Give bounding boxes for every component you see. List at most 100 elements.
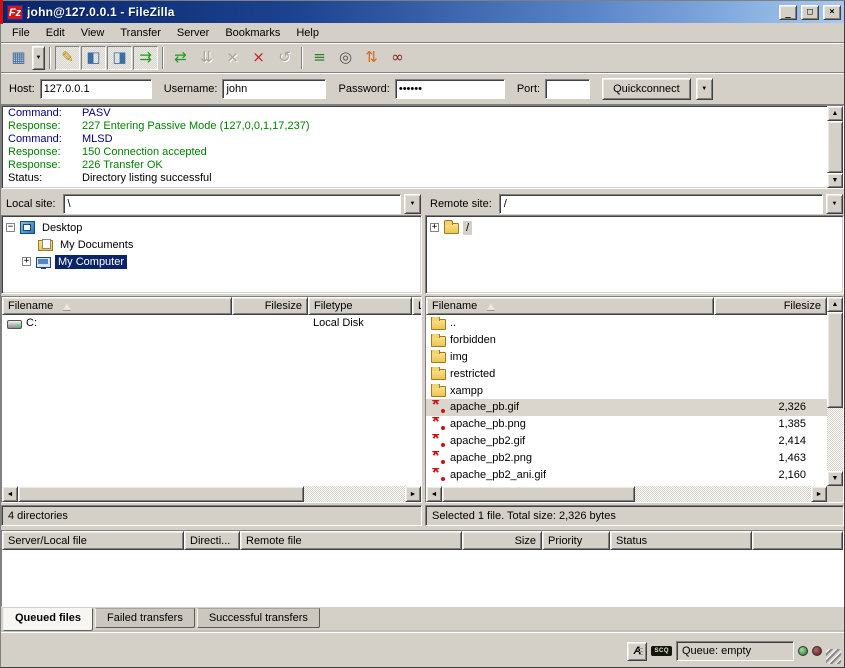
remote-file-row[interactable]: .. — [426, 315, 827, 332]
queue-column-status[interactable]: Status — [610, 531, 752, 550]
column-header-filename[interactable]: Filename — [426, 297, 714, 315]
queue-column-directi[interactable]: Directi... — [184, 531, 240, 550]
password-input[interactable] — [395, 79, 505, 99]
expand-icon[interactable] — [22, 257, 31, 266]
scroll-left-icon[interactable] — [2, 486, 18, 502]
remote-file-row[interactable]: img — [426, 349, 827, 366]
scroll-down-icon[interactable] — [827, 471, 843, 486]
remote-file-row[interactable]: apache_pb.gif2,326 — [426, 399, 827, 416]
log-line: Command:PASV — [8, 107, 825, 120]
remote-file-row[interactable]: apache_pb2_ani.gif2,160 — [426, 466, 827, 483]
drive-icon — [7, 320, 22, 329]
menu-file[interactable]: File — [4, 25, 38, 41]
menu-help[interactable]: Help — [288, 25, 327, 41]
tab-failed-transfers[interactable]: Failed transfers — [95, 608, 195, 628]
remote-file-row[interactable]: forbidden — [426, 332, 827, 349]
remote-file-row[interactable]: xampp — [426, 382, 827, 399]
cancel-operation-icon: × — [226, 50, 239, 65]
log-scrollbar[interactable] — [827, 106, 843, 188]
local-site-path[interactable]: \ — [63, 194, 401, 214]
column-header-filesize[interactable]: Filesize — [714, 297, 827, 315]
quickconnect-dropdown-button[interactable] — [696, 78, 713, 100]
column-header-l[interactable]: L — [412, 297, 421, 315]
scrollbar-thumb[interactable] — [18, 486, 304, 502]
port-input[interactable] — [545, 79, 590, 99]
host-label: Host: — [9, 83, 35, 95]
remote-horizontal-scrollbar[interactable] — [426, 486, 843, 502]
collapse-icon[interactable] — [6, 223, 15, 232]
log-line-text: PASV — [82, 107, 111, 120]
synchronized-browsing-button[interactable]: ⇅ — [359, 46, 384, 70]
queue-column-priority[interactable]: Priority — [542, 531, 610, 550]
log-line-label: Response: — [8, 159, 82, 172]
local-file-row[interactable]: C:Local Disk — [2, 315, 421, 332]
scroll-right-icon[interactable] — [811, 486, 827, 502]
expand-icon[interactable] — [430, 223, 439, 232]
toggle-message-log-button[interactable]: ✎ — [55, 46, 80, 70]
scrollbar-thumb[interactable] — [827, 121, 843, 173]
close-button[interactable]: × — [823, 5, 841, 20]
directory-listing-filters-button[interactable]: ≡ — [307, 46, 332, 70]
remote-site-dropdown[interactable] — [826, 194, 843, 214]
queue-column-remote-file[interactable]: Remote file — [240, 531, 462, 550]
remote-file-row[interactable]: apache_pb2.png1,463 — [426, 449, 827, 466]
disconnect-button[interactable]: × — [246, 46, 271, 70]
local-horizontal-scrollbar[interactable] — [2, 486, 421, 502]
scroll-right-icon[interactable] — [405, 486, 421, 502]
speed-limit-icon[interactable]: SCQ — [651, 646, 672, 656]
remote-file-row[interactable]: apache_pb.png1,385 — [426, 416, 827, 433]
minimize-button[interactable]: _ — [779, 5, 797, 20]
tree-item-my-documents[interactable]: My Documents — [6, 236, 419, 253]
column-header-filesize[interactable]: Filesize — [232, 297, 308, 315]
local-site-dropdown[interactable] — [404, 194, 421, 214]
scroll-down-icon[interactable] — [827, 173, 843, 188]
tree-item-[interactable]: / — [430, 219, 841, 236]
tree-item-my-computer[interactable]: My Computer — [6, 253, 419, 270]
scroll-up-icon[interactable] — [827, 297, 843, 312]
file-size-cell: 1,385 — [714, 418, 811, 430]
title-bar[interactable]: Fz john@127.0.0.1 - FileZilla _ □ × — [1, 1, 844, 23]
toggle-remote-tree-button[interactable]: ◨ — [107, 46, 132, 70]
username-input[interactable] — [222, 79, 326, 99]
menu-view[interactable]: View — [73, 25, 113, 41]
site-manager-button[interactable]: ▦ — [6, 46, 31, 70]
menu-server[interactable]: Server — [169, 25, 217, 41]
queue-column-server-local-file[interactable]: Server/Local file — [2, 531, 184, 550]
refresh-button[interactable]: ⇄ — [168, 46, 193, 70]
scrollbar-thumb[interactable] — [827, 312, 843, 408]
column-header-filename[interactable]: Filename — [2, 297, 232, 315]
site-manager-dropdown[interactable] — [32, 46, 45, 70]
remote-file-row[interactable]: apache_pb2.gif2,414 — [426, 433, 827, 450]
scroll-up-icon[interactable] — [827, 106, 843, 121]
column-header-filetype[interactable]: Filetype — [308, 297, 412, 315]
menu-bookmarks[interactable]: Bookmarks — [217, 25, 288, 41]
tab-queued-files[interactable]: Queued files — [3, 608, 93, 631]
maximize-button[interactable]: □ — [801, 5, 819, 20]
toggle-local-tree-button[interactable]: ◧ — [81, 46, 106, 70]
queue-column-size[interactable]: Size — [462, 531, 542, 550]
resize-grip[interactable] — [826, 649, 841, 664]
remote-vertical-scrollbar[interactable] — [827, 297, 843, 486]
menu-transfer[interactable]: Transfer — [112, 25, 169, 41]
tree-item-desktop[interactable]: Desktop — [6, 219, 419, 236]
remote-file-row[interactable]: restricted — [426, 365, 827, 382]
scrollbar-track — [827, 408, 843, 471]
find-files-button[interactable]: ∞ — [385, 46, 410, 70]
menu-edit[interactable]: Edit — [38, 25, 73, 41]
host-input[interactable] — [40, 79, 152, 99]
site-manager-icon: ▦ — [11, 50, 25, 65]
transfer-type-ascii-icon[interactable]: A — [627, 642, 647, 661]
queue-size-indicator: Queue: empty — [676, 641, 794, 661]
scroll-left-icon[interactable] — [426, 486, 442, 502]
log-line-label: Command: — [8, 107, 82, 120]
toggle-transfer-queue-button[interactable]: ⇉ — [133, 46, 158, 70]
log-line-text: Directory listing successful — [82, 172, 212, 185]
quickconnect-button[interactable]: Quickconnect — [602, 78, 691, 100]
remote-site-path[interactable]: / — [499, 194, 823, 214]
directory-comparison-button[interactable]: ◎ — [333, 46, 358, 70]
password-label: Password: — [338, 83, 389, 95]
queue-body[interactable] — [2, 550, 843, 606]
scrollbar-thumb[interactable] — [442, 486, 635, 502]
file-name: C: — [26, 317, 37, 329]
tab-successful-transfers[interactable]: Successful transfers — [197, 608, 320, 628]
